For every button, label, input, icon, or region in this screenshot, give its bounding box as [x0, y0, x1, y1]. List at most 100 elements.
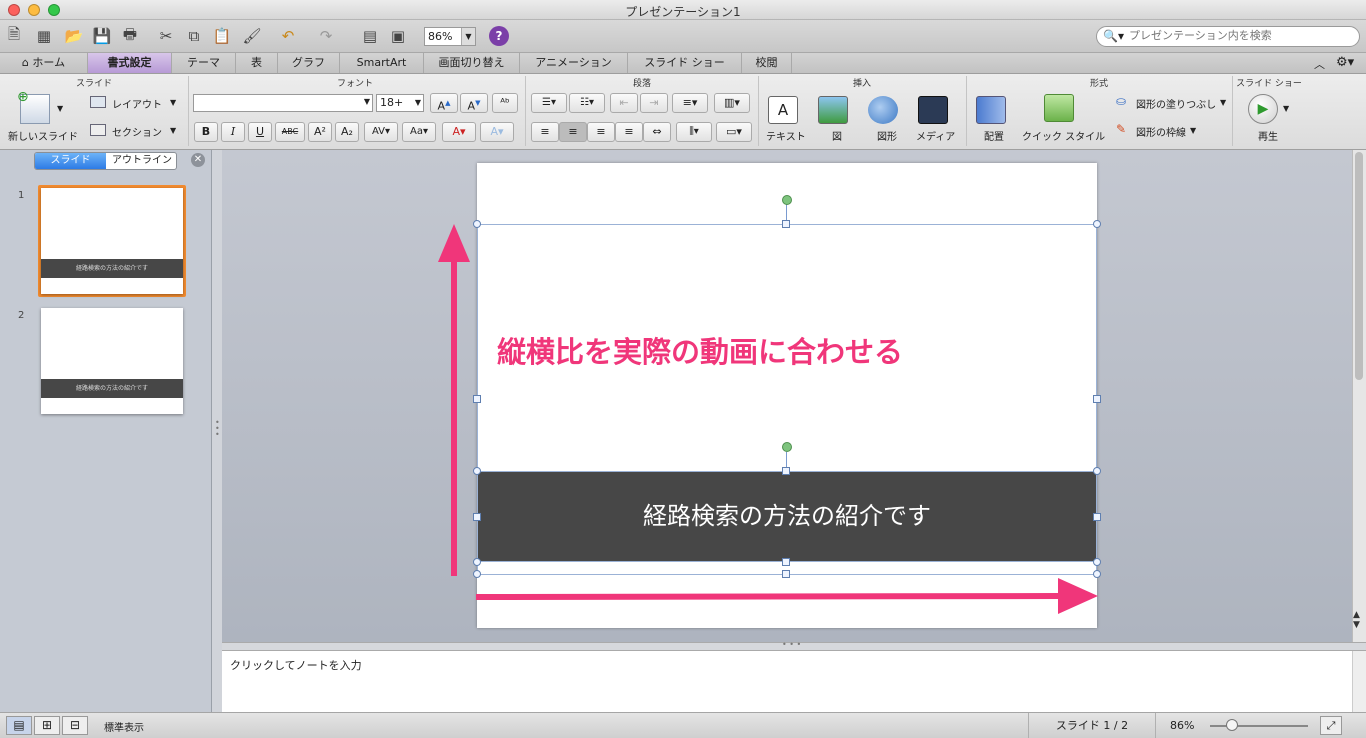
collapse-ribbon-icon[interactable]: ︿ [1314, 56, 1325, 72]
section-button[interactable]: セクション [112, 124, 162, 139]
undo-icon[interactable]: ↶ [276, 24, 300, 48]
help-icon[interactable]: ? [489, 26, 509, 46]
chevron-down-icon[interactable]: ▼ [364, 97, 370, 106]
layout-icon[interactable] [90, 96, 106, 108]
insert-picture-label[interactable]: 図 [832, 128, 842, 143]
chevron-down-icon[interactable]: ▼ [415, 98, 421, 107]
bold-button[interactable]: B [194, 122, 218, 142]
tab-slideshow[interactable]: スライド ショー [628, 53, 742, 73]
search-field[interactable]: 🔍▾ [1096, 26, 1360, 47]
play-label[interactable]: 再生 [1258, 128, 1278, 143]
print-icon[interactable]: 🖶 [118, 24, 142, 48]
tab-chart[interactable]: グラフ [278, 53, 340, 73]
notes-placeholder[interactable]: クリックしてノートを入力 [230, 657, 362, 673]
zoom-slider-track[interactable] [1210, 725, 1308, 727]
insert-text-label[interactable]: テキスト [766, 128, 806, 143]
superscript-button[interactable]: A² [308, 122, 332, 142]
picture-icon[interactable] [818, 96, 848, 124]
slide-navigation-icon[interactable]: ▲ ▼ [1353, 610, 1360, 630]
chevron-down-icon[interactable]: ▼ [170, 126, 176, 135]
chevron-down-icon[interactable]: ▼ [461, 28, 475, 45]
new-document-icon[interactable]: 🗎 [2, 24, 26, 48]
tab-table[interactable]: 表 [236, 53, 278, 73]
align-center-button[interactable]: ≡ [559, 122, 587, 142]
textbox-icon[interactable]: A [768, 96, 798, 124]
drag-handle-icon[interactable]: • • • [782, 640, 801, 649]
tab-smartart[interactable]: SmartArt [340, 53, 424, 73]
align-text-button[interactable]: ▭▾ [716, 122, 752, 142]
chevron-down-icon[interactable]: ▼ [57, 104, 63, 113]
rotation-handle[interactable] [782, 195, 792, 205]
zoom-slider-knob[interactable] [1226, 719, 1238, 731]
search-input[interactable] [1129, 29, 1351, 42]
strikethrough-button[interactable]: ABC [275, 122, 305, 142]
arrange-icon[interactable] [976, 96, 1006, 124]
notes-pane[interactable]: クリックしてノートを入力 [222, 651, 1352, 712]
distribute-button[interactable]: ⇔ [643, 122, 671, 142]
zoom-select[interactable]: 86% ▼ [424, 27, 476, 46]
insert-media-label[interactable]: メディア [916, 128, 955, 143]
close-icon[interactable]: ✕ [191, 153, 205, 167]
italic-button[interactable]: I [221, 122, 245, 142]
columns-button[interactable]: ▥▾ [714, 93, 750, 113]
media-browser-icon[interactable]: ▣ [386, 24, 410, 48]
clear-format-button[interactable]: ᴬᵇ [492, 93, 518, 113]
redo-icon[interactable]: ↷ [314, 24, 338, 48]
character-spacing-button[interactable]: AV▾ [364, 122, 398, 142]
underline-button[interactable]: U [248, 122, 272, 142]
shape-icon[interactable] [868, 96, 898, 124]
drag-handle-icon[interactable]: • • • [215, 419, 220, 439]
slide-thumbnail[interactable]: 経路検索の方法の紹介です [41, 308, 183, 414]
new-slide-label[interactable]: 新しいスライド [8, 128, 78, 143]
shape-fill-button[interactable]: 図形の塗りつぶし [1136, 96, 1216, 111]
arrange-label[interactable]: 配置 [984, 128, 1004, 143]
copy-icon[interactable]: ⧉ [182, 24, 206, 48]
change-case-button[interactable]: Aa▾ [402, 122, 436, 142]
tab-outline[interactable]: アウトライン [106, 153, 176, 169]
font-size-field[interactable]: 18+ ▼ [376, 94, 424, 112]
format-painter-icon[interactable]: 🖌 [240, 24, 264, 48]
notes-scrollbar[interactable] [1352, 651, 1366, 712]
fit-to-window-icon[interactable]: ⤢ [1320, 716, 1342, 735]
play-icon[interactable]: ▶ [1248, 94, 1278, 124]
tab-format[interactable]: 書式設定 [88, 53, 172, 73]
layout-button[interactable]: レイアウト [112, 96, 162, 111]
increase-indent-button[interactable]: ⇥ [640, 93, 668, 113]
subscript-button[interactable]: A₂ [335, 122, 359, 142]
slide-sorter-icon[interactable]: ⊞ [34, 716, 60, 735]
justify-button[interactable]: ≡ [615, 122, 643, 142]
font-name-field[interactable]: ▼ [193, 94, 373, 112]
cut-icon[interactable]: ✂ [154, 24, 178, 48]
align-right-button[interactable]: ≡ [587, 122, 615, 142]
presenter-view-icon[interactable]: ⊟ [62, 716, 88, 735]
text-effects-button[interactable]: A▾ [480, 122, 514, 142]
notes-splitter[interactable]: • • • [222, 640, 1366, 651]
tab-theme[interactable]: テーマ [172, 53, 236, 73]
text-direction-button[interactable]: ⫼▾ [676, 122, 712, 142]
gear-icon[interactable]: ⚙▾ [1336, 55, 1354, 70]
grow-font-button[interactable]: A▲ [430, 93, 458, 113]
media-icon[interactable] [918, 96, 948, 124]
chevron-down-icon[interactable]: ▼ [170, 98, 176, 107]
tab-review[interactable]: 校閲 [742, 53, 792, 73]
tab-home[interactable]: ⌂ ホーム [0, 53, 88, 73]
normal-view-icon[interactable]: ▤ [6, 716, 32, 735]
quick-style-icon[interactable] [1044, 94, 1074, 122]
section-icon[interactable] [90, 124, 106, 136]
tab-transitions[interactable]: 画面切り替え [424, 53, 520, 73]
chevron-down-icon[interactable]: ▼ [1220, 98, 1226, 107]
quick-style-label[interactable]: クイック スタイル [1022, 128, 1105, 143]
font-color-button[interactable]: A▾ [442, 122, 476, 142]
save-icon[interactable]: 💾 [90, 24, 114, 48]
paste-icon[interactable]: 📋 [210, 24, 234, 48]
chevron-down-icon[interactable]: ▼ [1190, 126, 1196, 135]
numbering-button[interactable]: ☷▾ [569, 93, 605, 113]
scrollbar-thumb[interactable] [1355, 152, 1363, 380]
tab-slides[interactable]: スライド [35, 153, 106, 169]
insert-shape-label[interactable]: 図形 [877, 128, 897, 143]
new-slide-icon[interactable]: ⊕ [17, 89, 50, 124]
slide-thumbnail[interactable]: 経路検索の方法の紹介です [41, 188, 183, 294]
tab-animations[interactable]: アニメーション [520, 53, 628, 73]
line-spacing-button[interactable]: ≡▾ [672, 93, 708, 113]
align-left-button[interactable]: ≡ [531, 122, 559, 142]
